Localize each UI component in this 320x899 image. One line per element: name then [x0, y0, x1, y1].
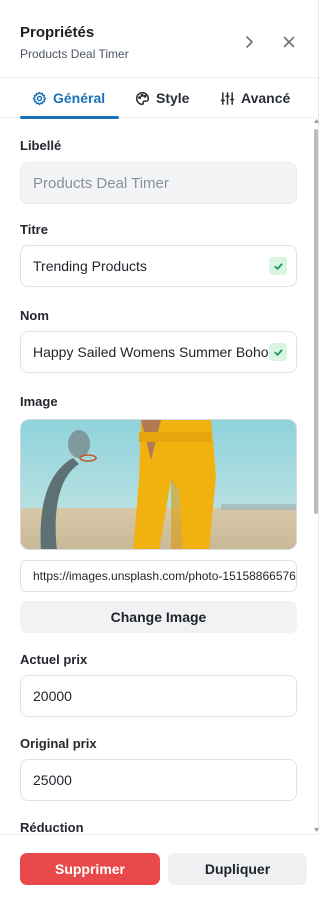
properties-form: Libellé Products Deal Timer Titre Trendi… — [0, 119, 319, 834]
panel-subtitle: Products Deal Timer — [20, 47, 129, 61]
libelle-field: Products Deal Timer — [20, 162, 297, 204]
expand-button[interactable] — [239, 32, 259, 52]
titre-label: Titre — [20, 222, 48, 237]
original-prix-value: 25000 — [33, 772, 72, 788]
libelle-label: Libellé — [20, 138, 62, 153]
titre-value: Trending Products — [33, 258, 147, 274]
tab-advanced[interactable]: Avancé — [220, 78, 290, 118]
product-photo — [21, 420, 296, 549]
original-prix-input[interactable]: 25000 — [20, 759, 297, 801]
tab-style-label: Style — [156, 90, 190, 106]
nom-label: Nom — [20, 308, 49, 323]
tab-general[interactable]: Général — [32, 78, 105, 118]
actuel-prix-input[interactable]: 20000 — [20, 675, 297, 717]
change-image-button[interactable]: Change Image — [20, 601, 297, 633]
nom-input[interactable]: Happy Sailed Womens Summer Boho Floral — [20, 331, 297, 373]
nom-value: Happy Sailed Womens Summer Boho Floral — [33, 344, 269, 360]
scrollbar-thumb[interactable] — [314, 129, 318, 514]
titre-valid-badge — [269, 257, 287, 275]
close-icon — [283, 36, 295, 48]
libelle-value: Products Deal Timer — [33, 174, 169, 192]
tab-style[interactable]: Style — [135, 78, 189, 118]
scroll-up-icon[interactable] — [314, 119, 319, 123]
actuel-prix-value: 20000 — [33, 688, 72, 704]
image-preview[interactable] — [20, 419, 297, 550]
duplicate-button[interactable]: Dupliquer — [168, 853, 307, 885]
image-label: Image — [20, 394, 58, 409]
tab-bar: Général Style Avancé — [0, 78, 319, 118]
sliders-icon — [220, 91, 235, 105]
properties-panel: Propriétés Products Deal Timer Général S… — [0, 0, 319, 899]
panel-footer: Supprimer Dupliquer — [0, 834, 319, 899]
palette-icon — [135, 91, 150, 105]
image-url-value: https://images.unsplash.com/photo-151588… — [33, 569, 296, 583]
panel-title: Propriétés — [20, 24, 95, 41]
tab-advanced-label: Avancé — [241, 90, 291, 106]
chevron-right-icon — [246, 36, 253, 48]
reduction-label: Réduction — [20, 820, 84, 834]
original-prix-label: Original prix — [20, 736, 97, 751]
nom-valid-badge — [269, 343, 287, 361]
delete-button[interactable]: Supprimer — [20, 853, 160, 885]
titre-input[interactable]: Trending Products — [20, 245, 297, 287]
image-url-input[interactable]: https://images.unsplash.com/photo-151588… — [20, 560, 297, 592]
tab-general-label: Général — [53, 90, 106, 106]
actuel-prix-label: Actuel prix — [20, 652, 88, 667]
gear-icon — [32, 91, 47, 105]
close-button[interactable] — [279, 32, 299, 52]
panel-header: Propriétés Products Deal Timer — [0, 0, 319, 78]
scroll-down-icon[interactable] — [314, 828, 319, 832]
check-icon — [273, 348, 283, 356]
scrollbar[interactable] — [314, 119, 319, 834]
check-icon — [273, 262, 283, 270]
